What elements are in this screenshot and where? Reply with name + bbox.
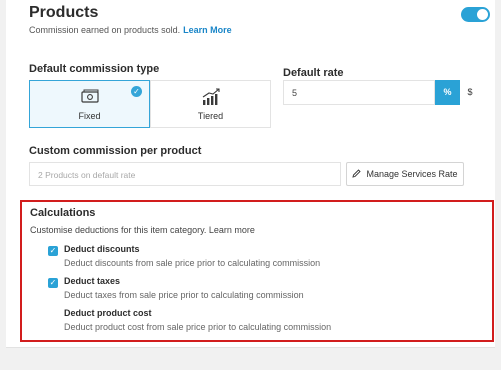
custom-commission-label: Custom commission per product — [29, 145, 202, 157]
pencil-icon — [352, 168, 362, 180]
selected-check-icon: ✓ — [131, 86, 142, 97]
commission-type-tiered[interactable]: Tiered — [150, 80, 271, 128]
deduct-discounts-title: Deduct discounts — [64, 244, 140, 254]
default-rate-input[interactable]: 5 — [283, 80, 435, 105]
commission-type-fixed[interactable]: ✓ Fixed — [29, 80, 150, 128]
dollar-unit-button[interactable]: $ — [460, 80, 480, 105]
deduct-taxes-description: Deduct taxes from sale price prior to ca… — [64, 290, 304, 300]
deduct-product-cost-title: Deduct product cost — [64, 308, 152, 318]
learn-more-link[interactable]: Learn More — [183, 25, 232, 35]
products-card: Products Commission earned on products s… — [6, 0, 495, 348]
page-title: Products — [29, 4, 99, 21]
custom-commission-field[interactable]: 2 Products on default rate — [29, 162, 341, 186]
deduct-discounts-description: Deduct discounts from sale price prior t… — [64, 258, 321, 268]
manage-services-rate-button[interactable]: Manage Services Rate — [346, 162, 464, 186]
toggle-knob — [477, 9, 488, 20]
bar-chart-icon — [201, 88, 221, 111]
tiered-label: Tiered — [197, 111, 224, 121]
subtitle-text: Commission earned on products sold. — [29, 25, 181, 35]
deduct-taxes-title: Deduct taxes — [64, 276, 121, 286]
products-commission-toggle[interactable] — [461, 7, 490, 22]
deduct-product-cost-description: Deduct product cost from sale price prio… — [64, 322, 332, 332]
page-subtitle: Commission earned on products sold. Learn… — [29, 25, 232, 35]
default-rate-label: Default rate — [283, 67, 344, 79]
deduct-product-cost-checkbox[interactable] — [48, 310, 58, 320]
cash-icon — [80, 88, 100, 109]
fixed-label: Fixed — [78, 111, 101, 121]
percent-unit-button[interactable]: % — [435, 80, 460, 105]
calculations-description: Customise deductions for this item categ… — [30, 225, 255, 235]
deduct-discounts-checkbox[interactable]: ✓ — [48, 246, 58, 256]
deduct-taxes-checkbox[interactable]: ✓ — [48, 278, 58, 288]
manage-button-label: Manage Services Rate — [366, 169, 458, 179]
calculations-title: Calculations — [30, 207, 96, 219]
commission-type-label: Default commission type — [29, 63, 160, 75]
calculations-section: Calculations Customise deductions for th… — [20, 200, 494, 342]
